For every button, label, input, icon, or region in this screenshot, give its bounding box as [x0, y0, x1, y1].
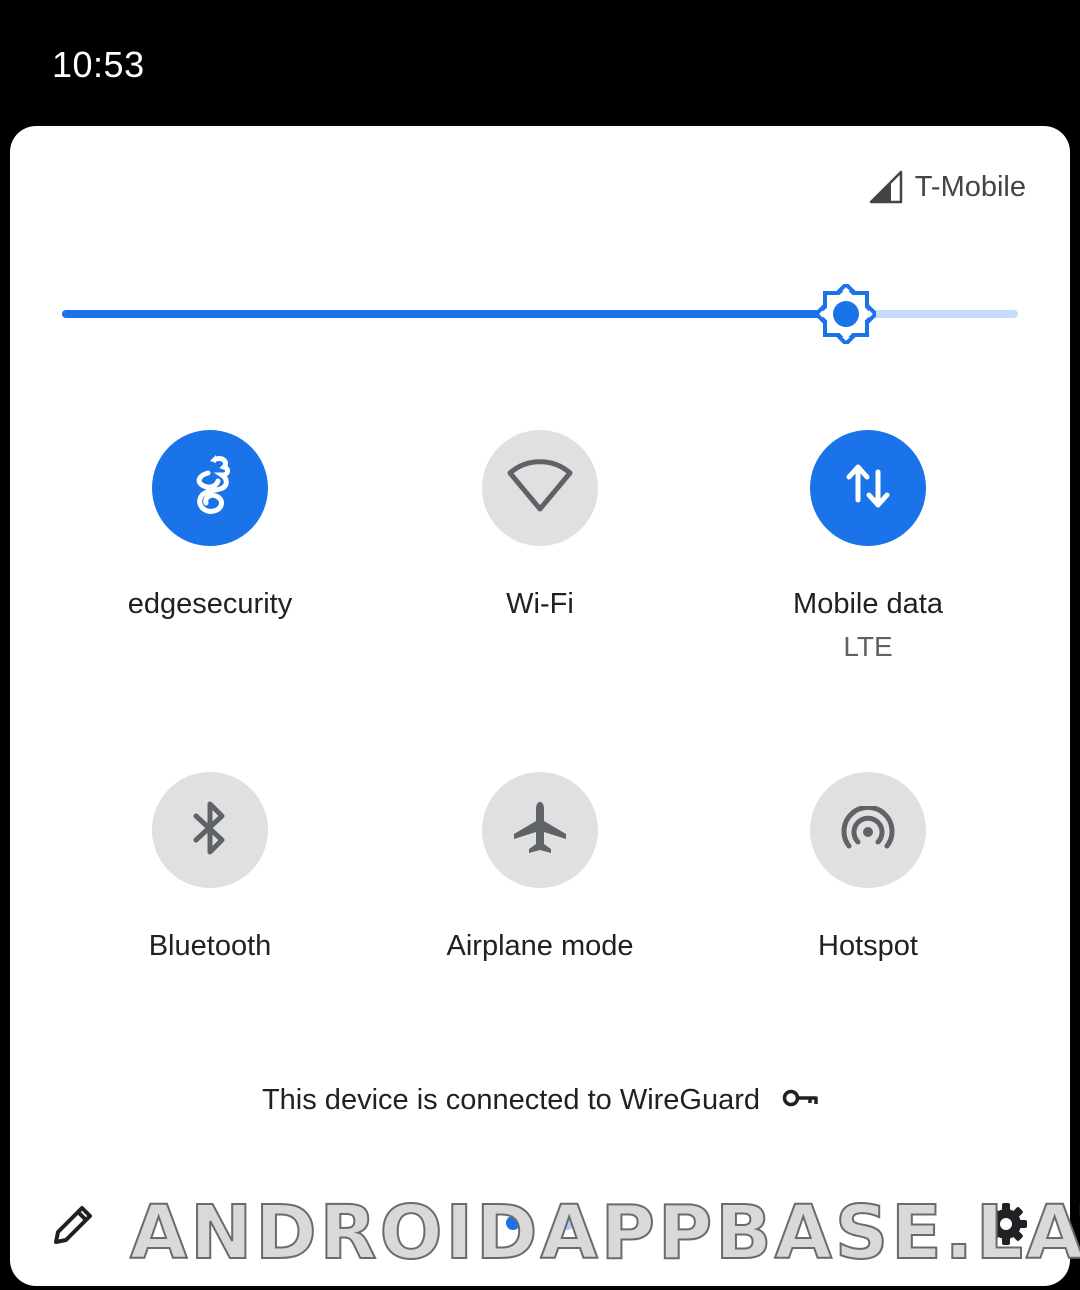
brightness-track-fill: [62, 310, 846, 318]
vpn-footer[interactable]: This device is connected to WireGuard: [10, 1084, 1070, 1117]
cell-signal-icon: [869, 170, 903, 204]
tile-airplane-toggle[interactable]: [482, 772, 598, 888]
brightness-slider[interactable]: [62, 281, 1018, 347]
tile-airplane[interactable]: Airplane mode: [390, 772, 690, 963]
carrier-name: T-Mobile: [914, 170, 1026, 203]
tile-hotspot[interactable]: Hotspot: [718, 772, 1018, 963]
tile-hotspot-toggle[interactable]: [810, 772, 926, 888]
edit-tiles-button[interactable]: [50, 1200, 98, 1248]
tile-mobile-data-sublabel: LTE: [843, 631, 893, 662]
tile-bluetooth[interactable]: Bluetooth: [60, 772, 360, 963]
hotspot-icon: [840, 804, 896, 855]
bluetooth-icon: [190, 800, 230, 861]
vpn-message: This device is connected to WireGuard: [261, 1084, 761, 1116]
data-arrows-icon: [846, 462, 890, 515]
airplane-icon: [512, 800, 568, 861]
key-icon: [782, 1084, 818, 1117]
tile-hotspot-label: Hotspot: [818, 930, 918, 962]
watermark-text: ANDROIDAPPBASE.LAT: [129, 1190, 1080, 1276]
tile-wifi-toggle[interactable]: [482, 430, 598, 546]
clock: 10:53: [52, 44, 145, 85]
quick-settings-panel: T-Mobile edgesecurity Wi-Fi Mobile data …: [10, 126, 1070, 1286]
tile-vpn-toggle[interactable]: [152, 430, 268, 546]
tile-airplane-label: Airplane mode: [446, 930, 634, 962]
wireguard-dragon-icon: [186, 453, 234, 524]
tile-bluetooth-toggle[interactable]: [152, 772, 268, 888]
tile-mobile-data[interactable]: Mobile data LTE: [718, 430, 1018, 663]
status-bar: 10:53: [0, 0, 1080, 126]
tile-vpn-label: edgesecurity: [127, 588, 293, 620]
tile-bluetooth-label: Bluetooth: [148, 930, 272, 962]
carrier-info[interactable]: T-Mobile: [869, 170, 1026, 204]
tile-mobile-data-label: Mobile data: [793, 588, 943, 620]
tile-mobile-data-toggle[interactable]: [810, 430, 926, 546]
tile-vpn[interactable]: edgesecurity: [60, 430, 360, 621]
brightness-icon[interactable]: [813, 281, 879, 347]
tile-wifi[interactable]: Wi-Fi: [390, 430, 690, 621]
tile-wifi-label: Wi-Fi: [506, 588, 574, 620]
pencil-icon: [50, 1206, 98, 1252]
wifi-icon: [507, 458, 573, 518]
